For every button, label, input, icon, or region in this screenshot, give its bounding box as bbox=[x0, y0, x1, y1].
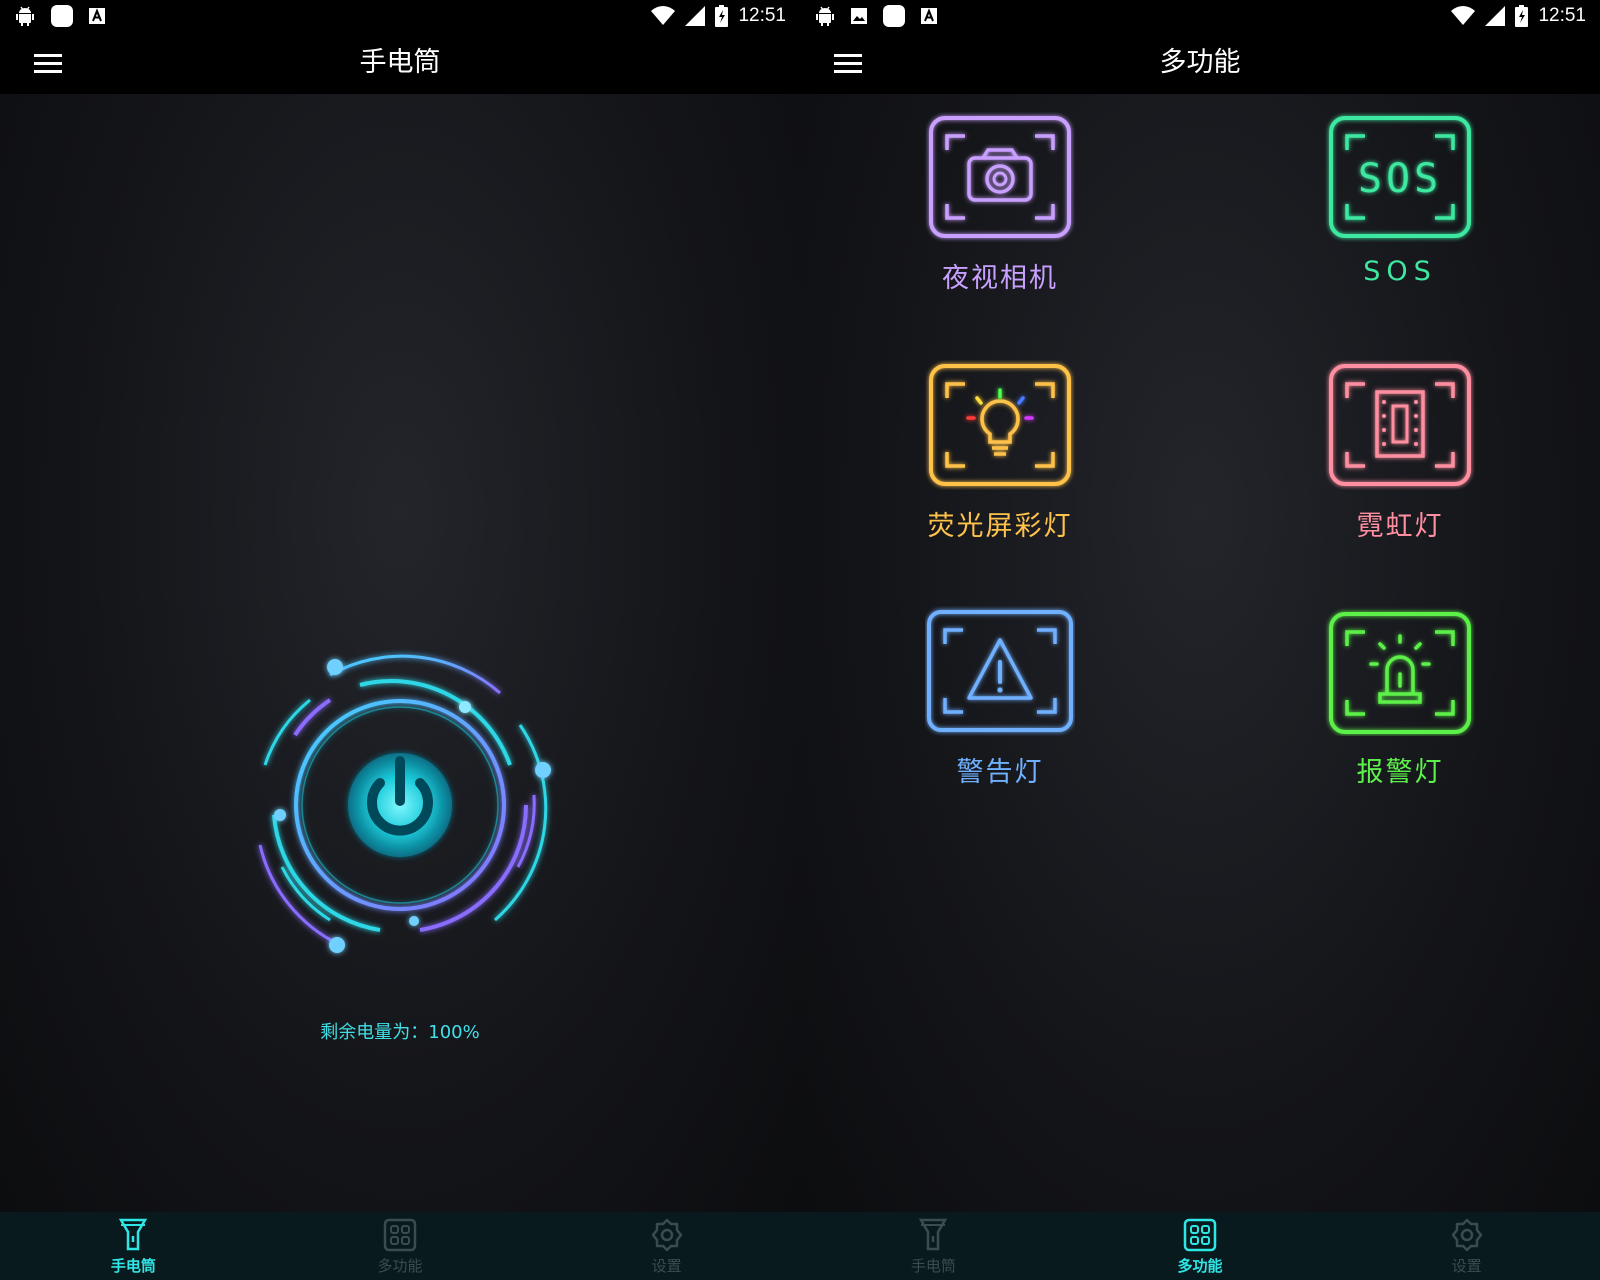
feature-color-light[interactable]: 荧光屏彩灯 bbox=[850, 360, 1150, 543]
android-icon bbox=[814, 5, 836, 27]
nav-multifunction[interactable]: 多功能 bbox=[1067, 1212, 1334, 1280]
grid-icon bbox=[383, 1218, 417, 1252]
image-icon bbox=[850, 7, 868, 25]
feature-neon-light[interactable]: 霓虹灯 bbox=[1250, 360, 1550, 543]
grid-icon bbox=[1183, 1218, 1217, 1252]
alarm-siren-icon bbox=[1329, 612, 1471, 734]
flashlight-screen: 12:51 手电筒 剩余电量为：100% 手电筒 多功能 设置 bbox=[0, 0, 800, 1280]
feature-sos[interactable]: SOS SOS bbox=[1250, 112, 1550, 287]
bottom-navigation: 手电筒 多功能 设置 bbox=[800, 1212, 1600, 1280]
app-bar: 手电筒 bbox=[0, 32, 800, 94]
wifi-icon bbox=[651, 6, 676, 26]
bottom-navigation: 手电筒 多功能 设置 bbox=[0, 1212, 800, 1280]
nav-label: 手电筒 bbox=[110, 1257, 156, 1275]
neon-tube-icon bbox=[1329, 364, 1471, 486]
feature-night-camera[interactable]: 夜视相机 bbox=[850, 112, 1150, 295]
cell-signal-icon bbox=[1485, 6, 1506, 26]
nav-settings[interactable]: 设置 bbox=[1333, 1212, 1600, 1280]
status-bar: 12:51 bbox=[800, 0, 1600, 32]
nav-label: 手电筒 bbox=[910, 1257, 956, 1275]
nav-flashlight[interactable]: 手电筒 bbox=[0, 1212, 267, 1280]
camera-icon bbox=[929, 116, 1071, 238]
feature-warning-light[interactable]: 警告灯 bbox=[850, 606, 1150, 789]
lightbulb-icon bbox=[929, 364, 1071, 486]
nav-label: 设置 bbox=[1451, 1257, 1482, 1275]
notification-square-icon bbox=[882, 4, 906, 28]
screenshot-pair: 12:51 手电筒 剩余电量为：100% 手电筒 多功能 设置 12:51 多功… bbox=[0, 0, 1600, 1280]
app-bar: 多功能 bbox=[800, 32, 1600, 94]
flashlight-icon bbox=[919, 1218, 948, 1251]
feature-label: 荧光屏彩灯 bbox=[927, 511, 1073, 542]
status-bar: 12:51 bbox=[0, 0, 800, 32]
nav-multifunction[interactable]: 多功能 bbox=[267, 1212, 534, 1280]
feature-label: 报警灯 bbox=[1356, 757, 1444, 788]
power-rings-icon bbox=[258, 654, 551, 953]
battery-level-text: 剩余电量为：100% bbox=[320, 1022, 480, 1043]
feature-label: 霓虹灯 bbox=[1356, 511, 1444, 542]
battery-charging-icon bbox=[1515, 5, 1529, 27]
feature-label: 夜视相机 bbox=[942, 263, 1058, 294]
nav-label: 设置 bbox=[651, 1257, 682, 1275]
clock: 12:51 bbox=[1538, 5, 1586, 26]
notification-square-icon bbox=[50, 4, 74, 28]
feature-label: 警告灯 bbox=[956, 757, 1044, 788]
gear-icon bbox=[1451, 1218, 1482, 1252]
nav-flashlight[interactable]: 手电筒 bbox=[800, 1212, 1067, 1280]
sos-icon-text: SOS bbox=[1358, 156, 1442, 202]
gear-icon bbox=[651, 1218, 682, 1252]
feature-label: SOS bbox=[1363, 256, 1437, 287]
cell-signal-icon bbox=[685, 6, 706, 26]
warning-triangle-icon bbox=[927, 610, 1073, 732]
flashlight-icon bbox=[119, 1218, 148, 1251]
nav-settings[interactable]: 设置 bbox=[533, 1212, 800, 1280]
page-title: 多功能 bbox=[1159, 47, 1241, 78]
clock: 12:51 bbox=[738, 5, 786, 26]
text-a-icon bbox=[88, 7, 106, 25]
nav-label: 多功能 bbox=[377, 1257, 423, 1275]
text-a-icon bbox=[920, 7, 938, 25]
power-button[interactable] bbox=[230, 640, 570, 970]
page-title: 手电筒 bbox=[359, 47, 441, 78]
nav-label: 多功能 bbox=[1177, 1257, 1223, 1275]
wifi-icon bbox=[1451, 6, 1476, 26]
battery-charging-icon bbox=[715, 5, 729, 27]
android-icon bbox=[14, 5, 36, 27]
feature-alarm-light[interactable]: 报警灯 bbox=[1250, 606, 1550, 789]
sos-icon: SOS bbox=[1329, 116, 1471, 238]
multifunction-screen: 12:51 多功能 夜视相机 SOS SOS 荧光屏彩灯 霓虹灯 警告灯 报警灯… bbox=[800, 0, 1600, 1280]
